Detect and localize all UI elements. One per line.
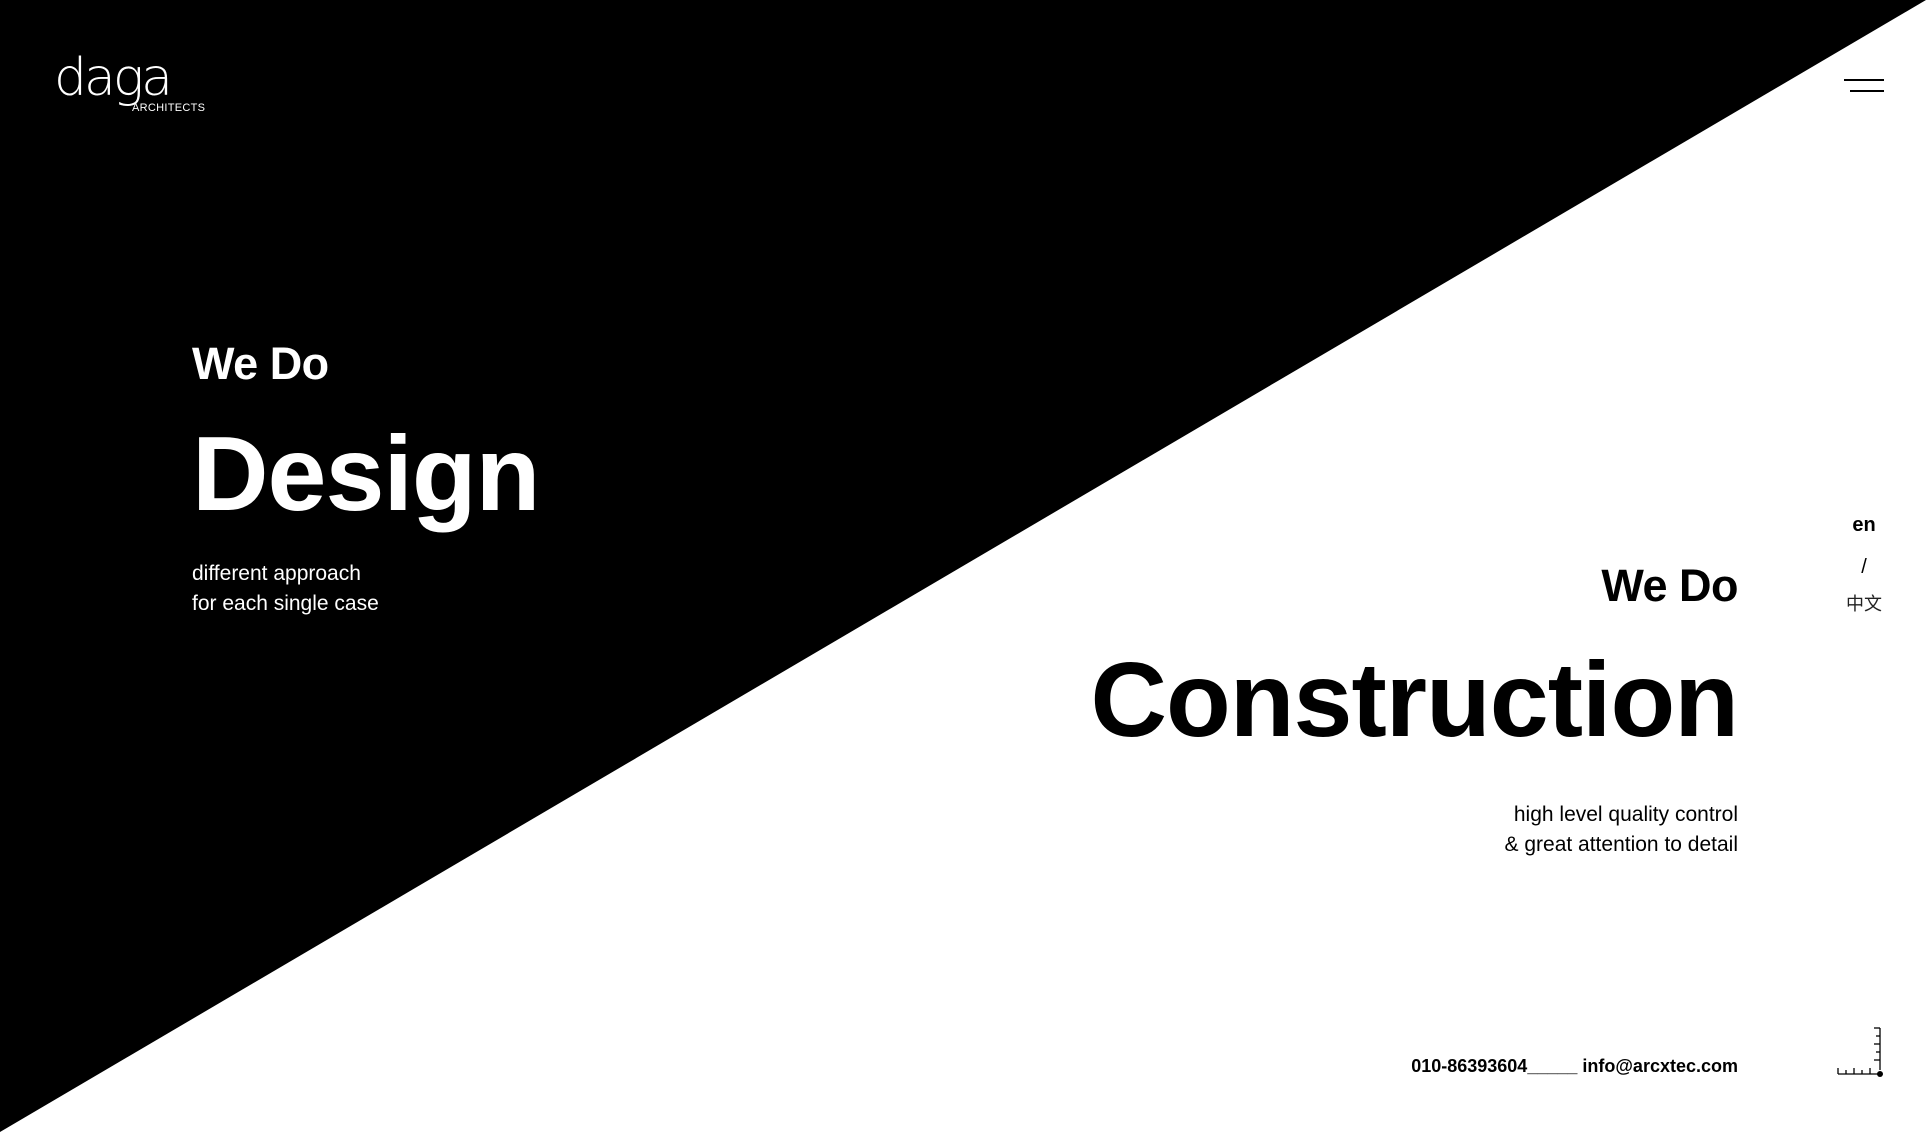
- construction-tagline-line-2: & great attention to detail: [1504, 833, 1739, 856]
- design-section: We Do Design different approach for each…: [192, 338, 540, 619]
- construction-title[interactable]: Construction: [1091, 640, 1739, 760]
- design-title[interactable]: Design: [192, 414, 540, 534]
- lang-zh-link[interactable]: 中文: [1838, 590, 1890, 618]
- construction-tagline-line-1: high level quality control: [1513, 803, 1738, 826]
- logo[interactable]: daga ARCHITECTS: [54, 48, 205, 114]
- language-switcher: en / 中文: [1838, 510, 1890, 618]
- contact-separator: _____: [1527, 1056, 1578, 1076]
- menu-bar-bottom: [1850, 90, 1884, 92]
- design-tagline: different approach for each single case: [192, 559, 539, 619]
- menu-bar-top: [1844, 79, 1884, 81]
- logo-subtitle: ARCHITECTS: [132, 102, 206, 114]
- ruler-scroll-icon[interactable]: [1832, 1024, 1888, 1080]
- design-tagline-line-2: for each single case: [192, 592, 379, 615]
- contact-info: 010-86393604_____ info@arcxtec.com: [1411, 1056, 1738, 1077]
- construction-section: We Do Construction high level quality co…: [1091, 560, 1739, 860]
- phone-link[interactable]: 010-86393604: [1411, 1056, 1527, 1076]
- hamburger-menu-icon[interactable]: [1838, 74, 1890, 102]
- construction-prefix: We Do: [1601, 560, 1738, 611]
- email-link[interactable]: info@arcxtec.com: [1582, 1056, 1738, 1076]
- lang-en-link[interactable]: en: [1838, 510, 1890, 540]
- design-tagline-line-1: different approach: [192, 562, 361, 585]
- logo-wordmark: daga: [54, 48, 173, 108]
- construction-tagline: high level quality control & great atten…: [1091, 800, 1739, 860]
- design-prefix: We Do: [192, 338, 329, 389]
- lang-separator: /: [1861, 556, 1867, 578]
